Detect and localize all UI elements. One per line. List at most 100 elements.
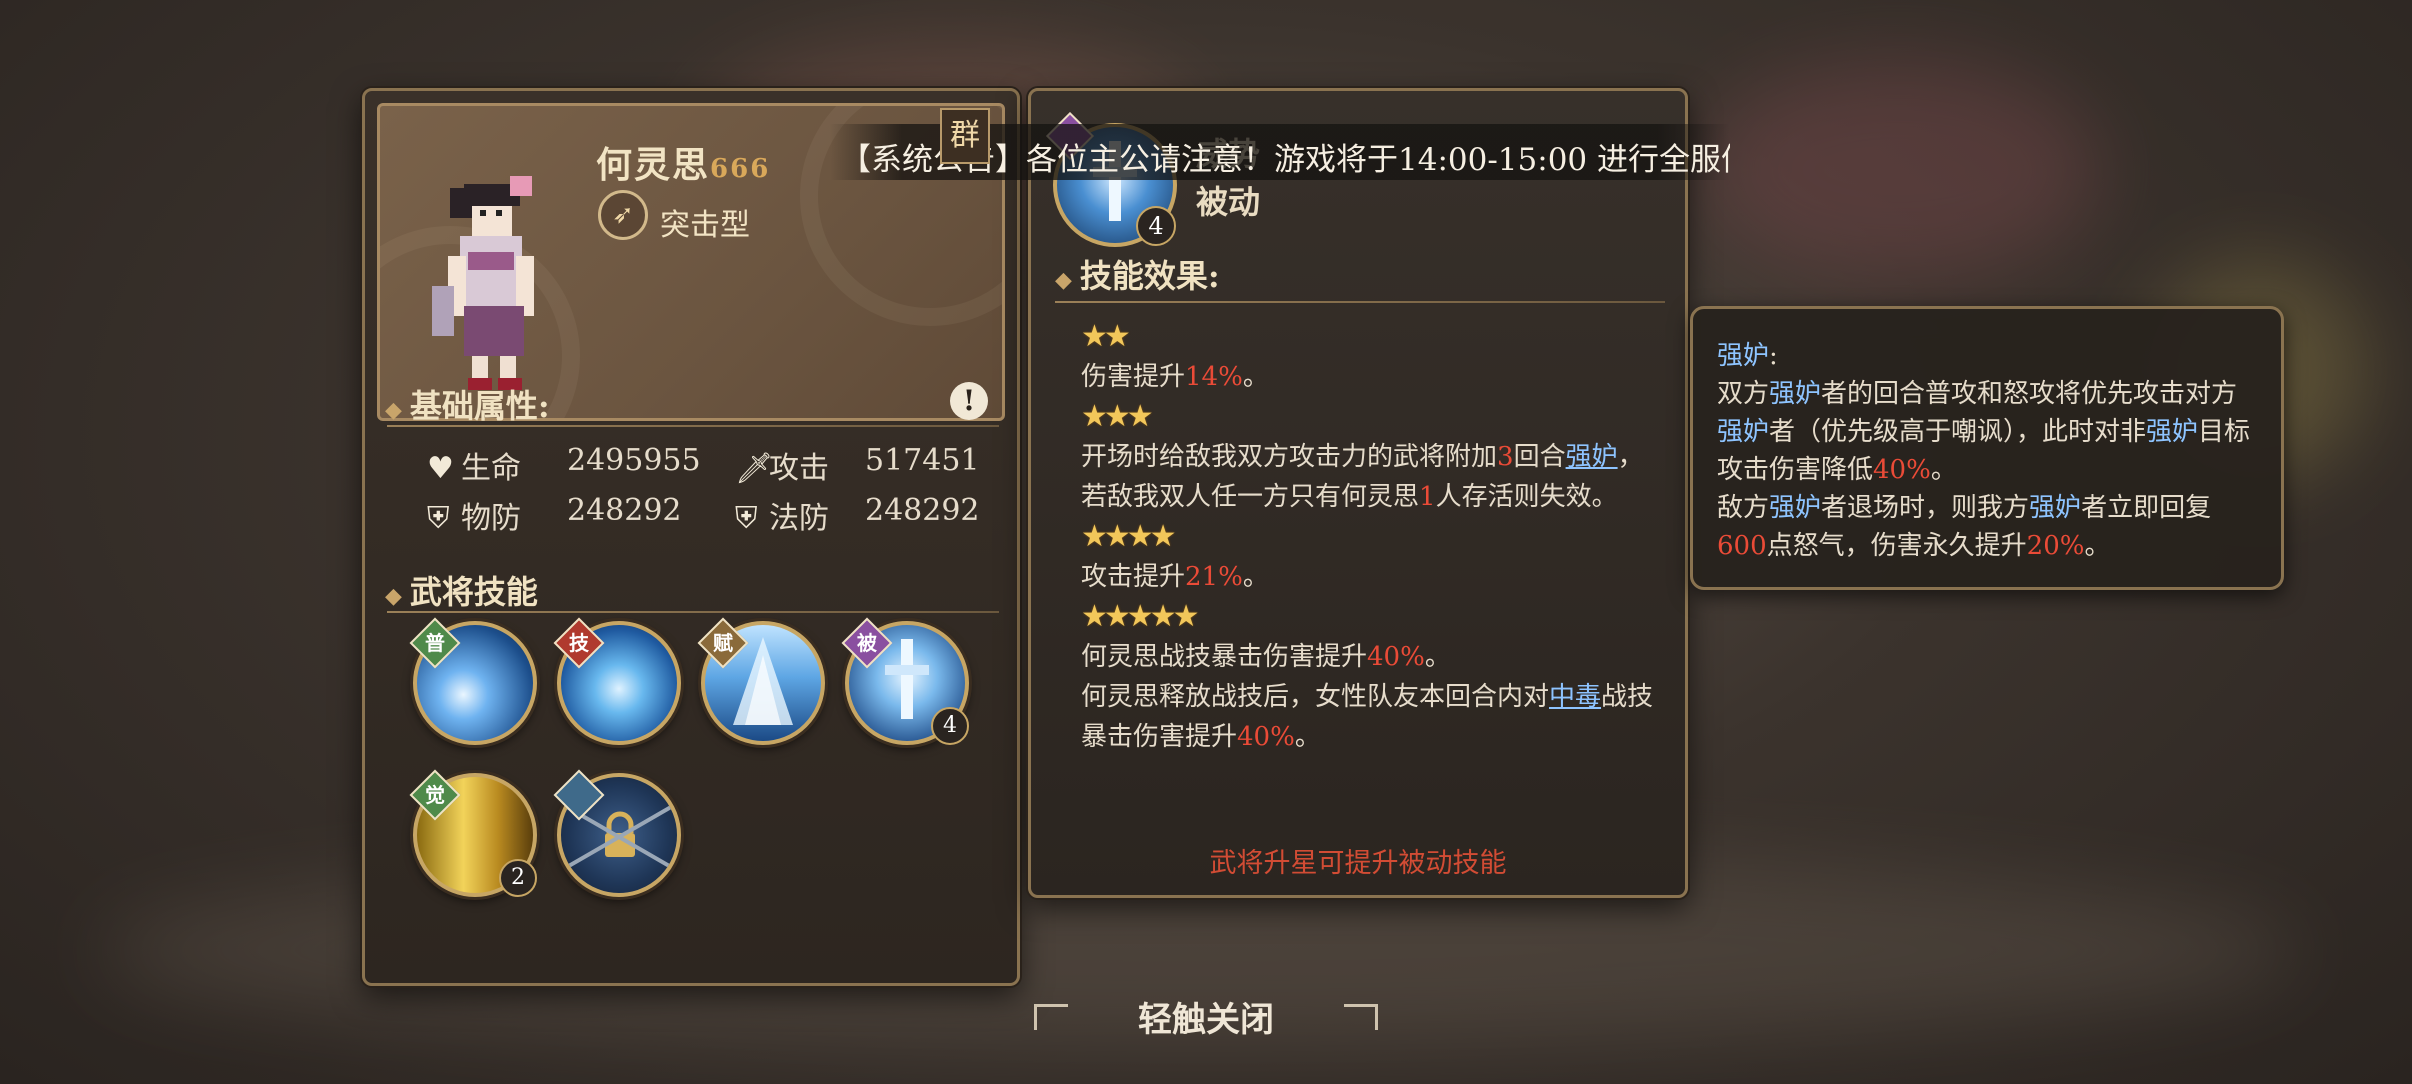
star-4-icon: ★★★★: [1081, 519, 1177, 554]
skill-tag-label: 赋: [713, 631, 733, 655]
effect-line-4star: 攻击提升21%。: [1081, 557, 1661, 597]
skills-title: ◆ 武将技能: [385, 573, 538, 611]
stat-physical-defense: ⛨ 物防 248292: [427, 493, 682, 537]
star-3-icon: ★★★: [1081, 399, 1154, 434]
keyword-tooltip: 强妒: 双方强妒者的回合普攻和怒攻将优先攻击对方强妒者（优先级高于嘲讽），此时对…: [1690, 306, 2284, 590]
tooltip-text: 。: [1930, 455, 1957, 485]
assault-type-icon: ➶: [598, 190, 648, 240]
tooltip-text: 敌方: [1717, 493, 1770, 523]
tooltip-paragraph-2: 敌方强妒者退场时，则我方强妒者立即回复600点怒气，伤害永久提升20%。: [1717, 489, 2257, 565]
skill-tag-label: 技: [569, 631, 589, 655]
tap-to-close-hint[interactable]: 轻触关闭: [0, 992, 2412, 1041]
tooltip-value: 20%: [2026, 531, 2085, 561]
effect-text: 人存活则失效。: [1435, 482, 1618, 512]
skill-tag-label: 普: [425, 631, 445, 655]
hero-info-panel: 何灵思666 ➶ 突击型 ◆ 基础属性: ! ♥ 生命 2495955 🗡攻击 51…: [362, 88, 1020, 986]
skill-level-badge: 4: [1136, 206, 1176, 246]
tooltip-heading: 强妒:: [1717, 337, 2257, 375]
attributes-title-text: 基础属性:: [409, 387, 550, 425]
tooltip-text: 者立即回复: [2081, 493, 2212, 523]
tooltip-text: 者退场时，则我方: [1821, 493, 2030, 523]
stat-magic-defense: ⛨ 法防 248292: [735, 493, 980, 537]
tooltip-colon: :: [1769, 341, 1778, 371]
star-5-icon: ★★★★★: [1081, 599, 1199, 634]
tooltip-keyword: 强妒: [1769, 379, 1822, 409]
tooltip-keyword: 强妒: [1717, 341, 1770, 371]
faction-stamp: 群: [940, 108, 990, 164]
effect-text: 攻击提升: [1081, 562, 1186, 592]
effect-value: 1: [1419, 482, 1436, 512]
effect-text: 何灵思释放战技后，女性队友本回合内对: [1081, 682, 1550, 712]
effect-line-3star: 开场时给敌我双方攻击力的武将附加3回合强妒，若敌我双人任一方只有何灵思1人存活则…: [1081, 437, 1661, 517]
skill-detail-panel: 4 威势 被动 ◆技能效果: ★★ 伤害提升14%。 ★★★ 开场时给敌我双方攻…: [1028, 88, 1688, 898]
shield-icon: ⛨: [427, 501, 450, 536]
hero-type-label: 突击型: [660, 208, 750, 243]
stat-value: 248292: [567, 493, 682, 528]
keyword-link[interactable]: 强妒: [1566, 442, 1618, 472]
stat-value: 517451: [865, 443, 980, 478]
upgrade-hint: 武将升星可提升被动技能: [1209, 848, 1507, 879]
tooltip-keyword: 强妒: [2146, 417, 2199, 447]
effect-value: 3: [1497, 442, 1514, 472]
tooltip-text: 者（优先级高于嘲讽），此时对非: [1769, 417, 2147, 447]
tooltip-value: 600: [1717, 531, 1767, 561]
effect-text: 伤害提升: [1081, 362, 1186, 392]
stat-label: 攻击: [769, 451, 829, 486]
divider: [1055, 301, 1665, 303]
effect-value: 40%: [1367, 642, 1425, 672]
skill-locked[interactable]: [553, 769, 687, 903]
tooltip-keyword: 强妒: [2029, 493, 2082, 523]
tooltip-text: 。: [2084, 531, 2111, 561]
effects-title-text: 技能效果:: [1079, 257, 1220, 295]
effect-text: 。: [1294, 722, 1321, 752]
skill-level-badge: 2: [499, 859, 537, 897]
effect-line-2star: 伤害提升14%。: [1081, 357, 1661, 397]
tooltip-keyword: 强妒: [1717, 417, 1770, 447]
stat-label: 法防: [769, 501, 829, 536]
hero-name: 何灵思666: [596, 136, 770, 188]
info-alert-icon[interactable]: !: [950, 382, 988, 420]
stat-label: 生命: [461, 451, 521, 486]
magic-shield-icon: ⛨: [735, 501, 758, 536]
tooltip-text: 点怒气，伤害永久提升: [1766, 531, 2027, 561]
tooltip-keyword: 强妒: [1769, 493, 1822, 523]
corner-bracket-right-icon: [1344, 1004, 1378, 1030]
skill-awaken[interactable]: 觉 2: [409, 769, 543, 903]
tooltip-text: 双方: [1717, 379, 1770, 409]
stat-attack: 🗡攻击 517451: [735, 443, 980, 487]
effect-value: 14%: [1185, 362, 1243, 392]
effect-text: 。: [1242, 362, 1269, 392]
effect-text: 开场时给敌我双方攻击力的武将附加: [1081, 442, 1498, 472]
effect-text: 回合: [1513, 442, 1566, 472]
effect-value: 40%: [1237, 722, 1295, 752]
background-blur: [1700, 60, 2100, 280]
effect-text: 何灵思战技暴击伤害提升: [1081, 642, 1368, 672]
stat-value: 2495955: [567, 443, 701, 478]
skill-normal-attack[interactable]: 普: [409, 617, 543, 751]
skill-tag-label: 觉: [425, 783, 445, 807]
skill-talent[interactable]: 赋: [697, 617, 831, 751]
skill-passive[interactable]: 被 4: [841, 617, 975, 751]
hero-name-suffix: 666: [710, 154, 771, 184]
attributes-title: ◆ 基础属性:: [385, 387, 550, 425]
tooltip-paragraph-1: 双方强妒者的回合普攻和怒攻将优先攻击对方强妒者（优先级高于嘲讽），此时对非强妒目…: [1717, 375, 2257, 489]
stat-hp: ♥ 生命 2495955: [427, 443, 701, 487]
effect-line-5star: 何灵思战技暴击伤害提升40%。: [1081, 637, 1661, 677]
tooltip-value: 40%: [1873, 455, 1931, 485]
skill-level-badge: 4: [931, 707, 969, 745]
effects-title: ◆ 技能效果:: [1055, 257, 1220, 295]
hero-name-text: 何灵思: [596, 144, 711, 186]
heart-icon: ♥: [427, 451, 454, 486]
skills-title-text: 武将技能: [409, 573, 538, 611]
effect-text: 。: [1242, 562, 1269, 592]
tooltip-text: 者的回合普攻和怒攻将优先攻击对方: [1821, 379, 2238, 409]
skill-battle-skill[interactable]: 技: [553, 617, 687, 751]
keyword-link[interactable]: 中毒: [1549, 682, 1601, 712]
skill-kind: 被动: [1196, 183, 1261, 221]
divider: [387, 425, 999, 427]
skill-tag-label: 被: [857, 631, 877, 655]
stat-label: 物防: [461, 501, 521, 536]
effects-text: ★★ 伤害提升14%。 ★★★ 开场时给敌我双方攻击力的武将附加3回合强妒，若敌…: [1081, 317, 1661, 757]
star-2-icon: ★★: [1081, 319, 1131, 354]
hero-sprite: [432, 176, 534, 390]
